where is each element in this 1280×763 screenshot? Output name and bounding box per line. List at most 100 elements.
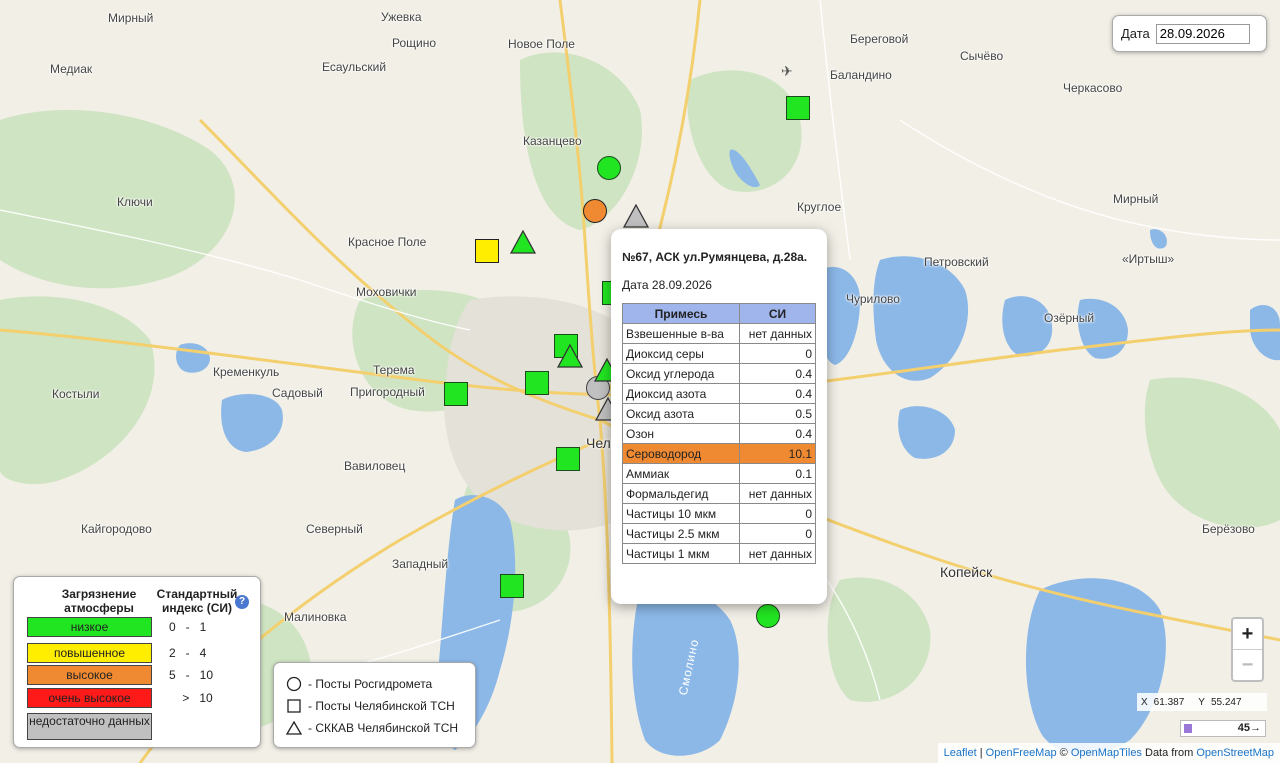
pollutant-name: Частицы 10 мкм bbox=[622, 503, 740, 524]
zoom-in-button[interactable]: + bbox=[1233, 619, 1262, 649]
station-marker-circle[interactable] bbox=[756, 604, 780, 628]
place-label: Северный bbox=[306, 522, 363, 536]
pollutant-si: нет данных bbox=[739, 323, 816, 344]
legend-level-swatch: высокое bbox=[27, 665, 152, 685]
place-label: Чурилово bbox=[846, 292, 900, 306]
station-marker-square[interactable] bbox=[444, 382, 468, 406]
scale-value: 45 bbox=[1237, 722, 1250, 734]
pollutant-si: нет данных bbox=[739, 483, 816, 504]
pollutant-name: Диоксид серы bbox=[622, 343, 740, 364]
arrow-right-icon: → bbox=[1250, 722, 1261, 734]
station-marker-square[interactable] bbox=[475, 239, 499, 263]
table-row: Диоксид серы 0 bbox=[622, 343, 816, 364]
pollutant-si: 0.5 bbox=[739, 403, 816, 424]
pollutant-si: 0.1 bbox=[739, 463, 816, 484]
legend-tsn-posts-label: - Посты Челябинской ТСН bbox=[308, 699, 455, 713]
square-icon bbox=[287, 699, 301, 713]
openmaptiles-link[interactable]: OpenMapTiles bbox=[1071, 747, 1142, 759]
station-marker-square[interactable] bbox=[525, 371, 549, 395]
legend-rosgidromet: - Посты Росгидромета bbox=[286, 676, 432, 692]
zoom-out-button[interactable]: − bbox=[1233, 649, 1262, 680]
pollutant-name: Аммиак bbox=[622, 463, 740, 484]
openfreemap-link[interactable]: OpenFreeMap bbox=[986, 747, 1057, 759]
openstreetmap-link[interactable]: OpenStreetMap bbox=[1196, 747, 1274, 759]
station-marker-square[interactable] bbox=[556, 447, 580, 471]
attribution: Leaflet | OpenFreeMap © OpenMapTiles Dat… bbox=[937, 743, 1280, 763]
help-icon[interactable]: ? bbox=[235, 595, 249, 609]
station-marker-square[interactable] bbox=[500, 574, 524, 598]
pollutant-si: 0 bbox=[739, 343, 816, 364]
place-label: Береговой bbox=[850, 32, 909, 46]
pollutant-si: 0 bbox=[739, 503, 816, 524]
coordinates-readout: X 61.387 Y 55.247 bbox=[1137, 693, 1267, 711]
place-label: Новое Поле bbox=[508, 37, 575, 51]
col-si: СИ bbox=[739, 303, 816, 324]
place-label: Пригородный bbox=[350, 385, 425, 399]
col-substance: Примесь bbox=[622, 303, 740, 324]
station-marker-circle[interactable] bbox=[597, 156, 621, 180]
pollutant-table: Примесь СИ Взвешенные в-ва нет данных Диок… bbox=[622, 303, 816, 564]
place-label: Петровский bbox=[924, 255, 989, 269]
table-row: Частицы 10 мкм 0 bbox=[622, 503, 816, 524]
place-label: Кайгородово bbox=[81, 522, 152, 536]
place-label: Медиак bbox=[50, 62, 93, 76]
pollutant-si: нет данных bbox=[739, 543, 816, 564]
place-label: Мирный bbox=[108, 11, 154, 25]
place-label: Черкасово bbox=[1063, 81, 1123, 95]
triangle-icon bbox=[286, 720, 302, 735]
table-row: Взвешенные в-ва нет данных bbox=[622, 323, 816, 344]
scale-indicator: 45→ bbox=[1180, 720, 1266, 737]
legend-level-swatch: низкое bbox=[27, 617, 152, 637]
place-label: Садовый bbox=[272, 386, 323, 400]
pollutant-name: Сероводород bbox=[622, 443, 740, 464]
legend-rosgidromet-label: - Посты Росгидромета bbox=[308, 677, 433, 691]
pollutant-si: 10.1 bbox=[739, 443, 816, 464]
place-label: Западный bbox=[392, 557, 449, 571]
leaflet-link[interactable]: Leaflet bbox=[944, 747, 977, 759]
table-row: Оксид углерода 0.4 bbox=[622, 363, 816, 384]
place-label: Есаульский bbox=[322, 60, 387, 74]
table-row: Озон 0.4 bbox=[622, 423, 816, 444]
pollutant-name: Оксид азота bbox=[622, 403, 740, 424]
table-row: Формальдегид нет данных bbox=[622, 483, 816, 504]
legend-level-range: 2 - 4 bbox=[169, 646, 207, 660]
zoom-control: + − bbox=[1231, 617, 1264, 682]
map-canvas[interactable]: ✈ Мирный Ужевка Рощино Новое Поле Береговой С… bbox=[0, 0, 1280, 763]
place-label: Ужевка bbox=[381, 10, 422, 24]
place-label: Вавиловец bbox=[344, 459, 406, 473]
coord-x-value: 61.387 bbox=[1153, 696, 1185, 708]
place-label: Ключи bbox=[117, 195, 153, 209]
station-marker-square[interactable] bbox=[786, 96, 810, 120]
place-label: Малиновка bbox=[284, 610, 347, 624]
svg-text:✈: ✈ bbox=[781, 64, 793, 80]
pollutant-name: Озон bbox=[622, 423, 740, 444]
pollutant-name: Диоксид азота bbox=[622, 383, 740, 404]
table-row: Диоксид азота 0.4 bbox=[622, 383, 816, 404]
pollution-legend: Загрязнение атмосферы Стандартный индекс… bbox=[13, 576, 261, 748]
table-row: Аммиак 0.1 bbox=[622, 463, 816, 484]
place-label: «Иртыш» bbox=[1122, 252, 1175, 266]
pollutant-name: Частицы 2.5 мкм bbox=[622, 523, 740, 544]
place-label: Сычёво bbox=[960, 49, 1004, 63]
legend-level-swatch: недостаточно данных bbox=[27, 713, 152, 740]
date-input[interactable] bbox=[1155, 23, 1250, 44]
place-label: Мирный bbox=[1113, 192, 1159, 206]
pollutant-si: 0.4 bbox=[739, 363, 816, 384]
coord-x-label: X bbox=[1141, 696, 1148, 708]
legend-title-pollution: Загрязнение атмосферы bbox=[61, 587, 137, 615]
place-label: Кременкуль bbox=[213, 365, 280, 379]
date-control: Дата bbox=[1112, 15, 1267, 52]
pollutant-si: 0.4 bbox=[739, 423, 816, 444]
popup-title: №67, АСК ул.Румянцева, д.28а. bbox=[622, 250, 808, 264]
legend-level-range: 5 - 10 bbox=[169, 668, 214, 682]
place-label: Костыли bbox=[52, 387, 100, 401]
table-row: Частицы 2.5 мкм 0 bbox=[622, 523, 816, 544]
pollutant-name: Взвешенные в-ва bbox=[622, 323, 740, 344]
place-label: Круглое bbox=[797, 200, 842, 214]
city-label: Копейск bbox=[940, 564, 993, 580]
station-marker-circle[interactable] bbox=[583, 199, 607, 223]
coord-y-label: Y bbox=[1198, 696, 1205, 708]
attrib-copy: © bbox=[1056, 747, 1071, 759]
place-label: Красное Поле bbox=[348, 235, 427, 249]
table-row: Сероводород 10.1 bbox=[622, 443, 816, 464]
